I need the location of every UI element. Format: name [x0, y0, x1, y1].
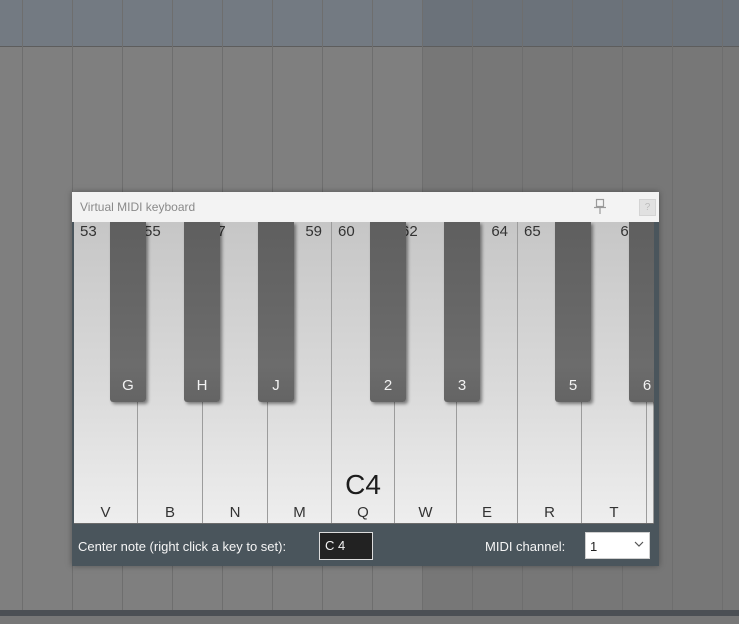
- black-key[interactable]: 6: [629, 222, 654, 402]
- window-title: Virtual MIDI keyboard: [80, 200, 196, 214]
- note-number: 65: [524, 223, 541, 240]
- key-shortcut: J: [272, 377, 280, 394]
- key-shortcut: E: [481, 504, 492, 521]
- close-icon: ?: [644, 202, 651, 213]
- black-key[interactable]: G: [110, 222, 146, 402]
- pin-icon[interactable]: [590, 197, 610, 217]
- key-shortcut: 6: [642, 377, 652, 394]
- black-key[interactable]: J: [258, 222, 294, 402]
- black-key[interactable]: 5: [555, 222, 591, 402]
- key-shortcut: W: [418, 504, 433, 521]
- center-note-name: C4: [345, 469, 381, 500]
- key-shortcut: H: [196, 377, 208, 394]
- note-number: 60: [338, 223, 355, 240]
- key-shortcut: 2: [383, 377, 393, 394]
- black-key[interactable]: H: [184, 222, 220, 402]
- key-shortcut: 3: [457, 377, 467, 394]
- virtual-midi-keyboard-window: Virtual MIDI keyboard ? 53V55B57N59M60C4…: [72, 192, 659, 566]
- chevron-down-icon: [634, 541, 644, 547]
- midi-channel-select[interactable]: 1: [585, 532, 650, 559]
- note-number: 55: [144, 223, 161, 240]
- keyboard-footer: Center note (right click a key to set): …: [72, 524, 659, 566]
- key-shortcut: V: [100, 504, 111, 521]
- note-number: 64: [491, 223, 508, 240]
- black-key[interactable]: 2: [370, 222, 406, 402]
- key-shortcut: N: [229, 504, 241, 521]
- key-shortcut: Q: [357, 504, 369, 521]
- center-note-input[interactable]: C 4: [319, 532, 373, 560]
- key-shortcut: R: [544, 504, 555, 521]
- key-shortcut: G: [122, 377, 134, 394]
- midi-channel-label: MIDI channel:: [485, 539, 566, 554]
- black-key[interactable]: 3: [444, 222, 480, 402]
- key-shortcut: B: [164, 504, 175, 521]
- midi-channel-value: 1: [590, 539, 598, 554]
- title-bar[interactable]: Virtual MIDI keyboard ?: [72, 192, 659, 222]
- note-number: 59: [305, 223, 322, 240]
- note-number: 53: [80, 223, 97, 240]
- key-shortcut: 5: [568, 377, 578, 394]
- piano-keys: 53V55B57N59M60C4Q62W64E65R67TGHJ2356: [74, 222, 654, 524]
- key-shortcut: T: [609, 504, 619, 521]
- close-button[interactable]: ?: [639, 199, 656, 216]
- key-shortcut: M: [293, 504, 306, 521]
- center-note-label: Center note (right click a key to set):: [78, 539, 287, 554]
